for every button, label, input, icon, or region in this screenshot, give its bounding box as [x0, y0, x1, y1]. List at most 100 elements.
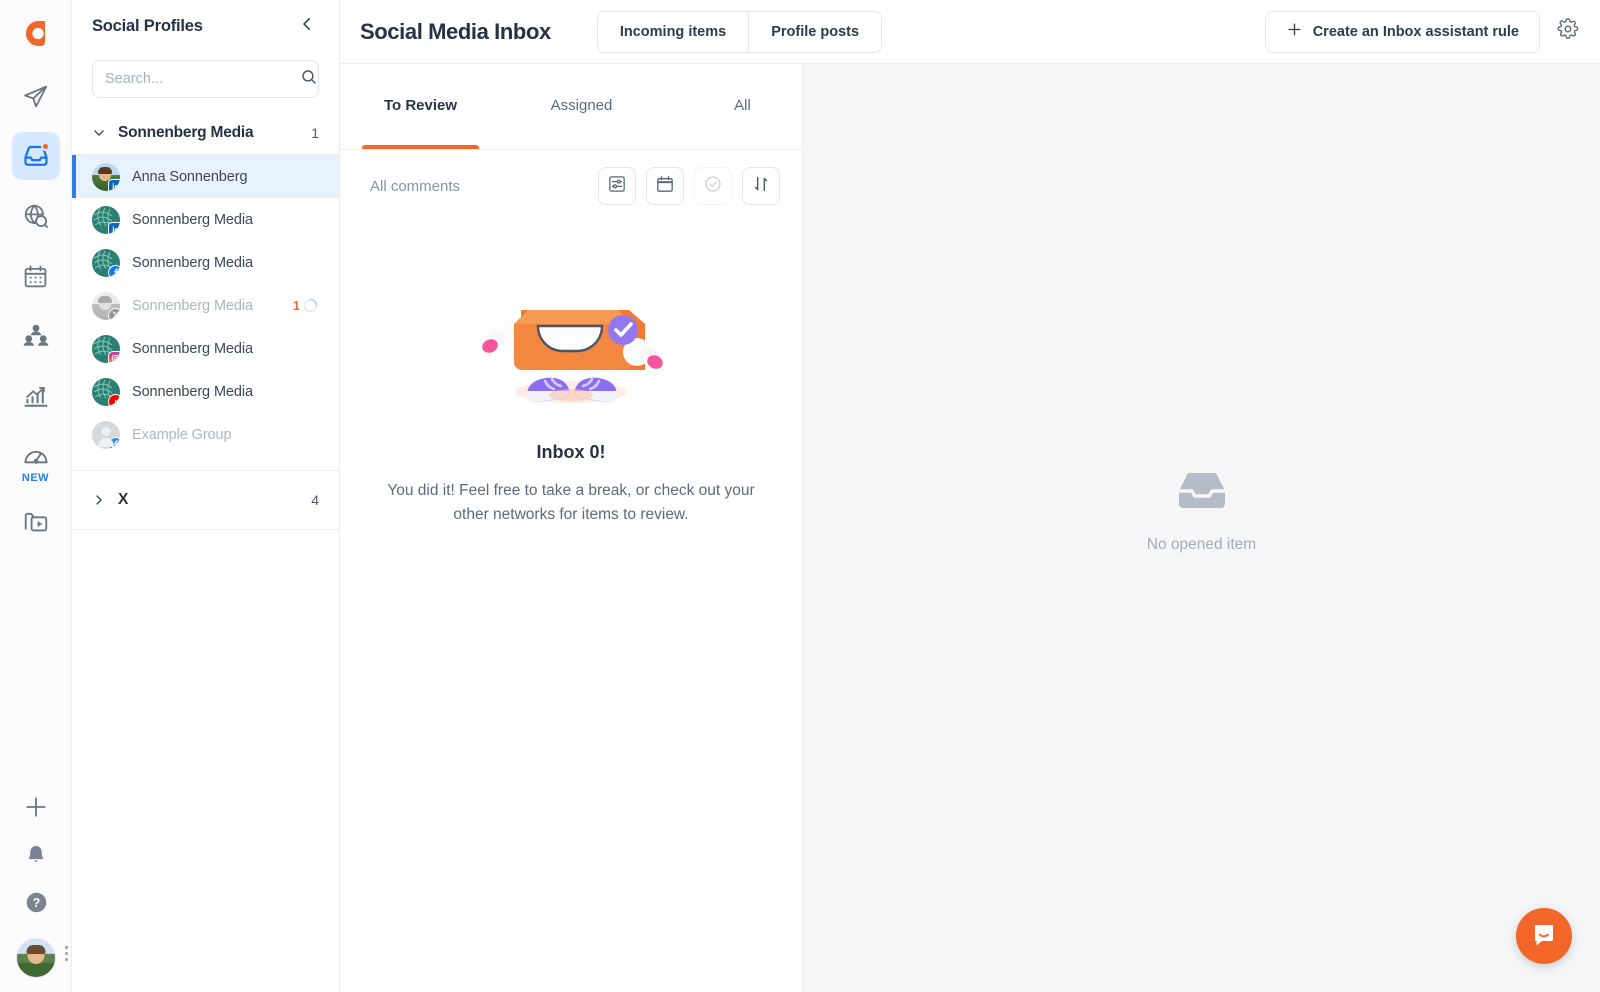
rail-item-inbox[interactable]: [12, 132, 60, 180]
sort-arrows-icon: [751, 174, 771, 199]
sort-button[interactable]: [742, 167, 780, 205]
check-circle-icon: [703, 174, 723, 199]
globe-search-icon: [22, 202, 50, 230]
instagram-icon: [108, 351, 120, 363]
rail-item-benchmarks[interactable]: [12, 432, 60, 480]
profile-item-sonnenberg-media-linkedin[interactable]: Sonnenberg Media: [72, 198, 339, 241]
tab-incoming-items[interactable]: Incoming items: [598, 12, 748, 52]
profile-item-example-group[interactable]: Example Group: [72, 413, 339, 456]
sliders-box-icon: [607, 174, 627, 199]
create-rule-label: Create an Inbox assistant rule: [1313, 24, 1519, 40]
loading-spinner-icon: [302, 297, 319, 314]
profile-item-sonnenberg-media-youtube[interactable]: Sonnenberg Media: [72, 370, 339, 413]
app-root: NEW: [0, 0, 1600, 992]
bar-chart-icon: [22, 382, 50, 410]
top-header: Social Media Inbox Incoming items Profil…: [340, 0, 1600, 64]
rail-item-help[interactable]: ?: [24, 890, 49, 920]
collapse-panel-button[interactable]: [295, 14, 319, 38]
social-profiles-panel: Social Profiles: [72, 0, 340, 992]
search-box[interactable]: [92, 60, 319, 98]
calendar-icon: [22, 263, 49, 290]
profile-item-label: Sonnenberg Media: [132, 384, 253, 400]
linkedin-icon: [108, 179, 120, 191]
paper-plane-icon: [22, 83, 49, 110]
avatar: [92, 206, 120, 234]
rail-item-notifications[interactable]: [24, 843, 48, 872]
profile-item-label: Sonnenberg Media: [132, 341, 253, 357]
search-input[interactable]: [105, 71, 292, 87]
tab-all[interactable]: All: [662, 64, 823, 149]
calendar-icon: [655, 174, 675, 199]
bell-icon: [24, 854, 48, 871]
account-more-icon[interactable]: [65, 946, 68, 961]
create-inbox-assistant-rule-button[interactable]: Create an Inbox assistant rule: [1265, 11, 1540, 53]
rail-item-benchmarks-slot: NEW: [12, 432, 60, 486]
profile-item-label: Anna Sonnenberg: [132, 169, 247, 185]
rail-bottom-items: ?: [0, 794, 72, 978]
profiles-header: Social Profiles: [72, 0, 339, 52]
tab-assigned[interactable]: Assigned: [501, 64, 662, 149]
profile-group-count: 4: [311, 492, 319, 508]
content-area: To Review Assigned All All comments: [340, 64, 1600, 992]
detail-empty-state: No opened item: [1147, 467, 1256, 554]
profile-group-count: 1: [311, 125, 319, 141]
header-actions: Create an Inbox assistant rule: [1265, 11, 1582, 53]
profile-item-label: Example Group: [132, 427, 231, 443]
avatar: [92, 249, 120, 277]
item-detail-pane: No opened item: [803, 64, 1600, 992]
facebook-icon: [108, 265, 120, 277]
tab-to-review[interactable]: To Review: [340, 64, 501, 149]
inbox-tabs: To Review Assigned All: [340, 64, 802, 150]
chevron-right-icon: [92, 493, 106, 507]
avatar: [92, 335, 120, 363]
view-switcher: Incoming items Profile posts: [597, 11, 882, 53]
profile-item-sonnenberg-media-x[interactable]: Sonnenberg Media 1: [72, 284, 339, 327]
x-icon: [108, 308, 120, 320]
rail-item-reports[interactable]: [12, 372, 60, 420]
profile-item-label: Sonnenberg Media: [132, 298, 253, 314]
intercom-chat-icon: [1530, 920, 1558, 953]
filters-button[interactable]: [598, 167, 636, 205]
avatar: [92, 292, 120, 320]
rail-item-calendar[interactable]: [12, 252, 60, 300]
youtube-icon: [108, 394, 120, 406]
profile-item-anna-sonnenberg[interactable]: Anna Sonnenberg: [72, 155, 339, 198]
linkedin-icon: [108, 222, 120, 234]
speedometer-icon: [22, 442, 50, 470]
rail-item-media-library[interactable]: [12, 498, 60, 546]
profile-group-header-x[interactable]: X 4: [72, 471, 339, 529]
settings-button[interactable]: [1554, 18, 1582, 46]
rail-item-publish[interactable]: [12, 72, 60, 120]
divider: [72, 529, 339, 530]
agorapulse-logo[interactable]: [12, 8, 60, 56]
mark-reviewed-button[interactable]: [694, 167, 732, 205]
empty-state-title: Inbox 0!: [376, 442, 766, 463]
empty-tray-icon: [1174, 467, 1230, 518]
left-icon-rail: NEW: [0, 0, 72, 992]
people-icon: [22, 322, 50, 350]
profile-group-name: X: [118, 491, 299, 509]
empty-state-text: You did it! Feel free to take a break, o…: [376, 479, 766, 526]
chevron-down-icon: [92, 126, 106, 140]
rail-item-add[interactable]: [23, 794, 49, 825]
page-title: Social Profiles: [92, 17, 203, 36]
rail-item-audience[interactable]: [12, 312, 60, 360]
search-icon[interactable]: [300, 68, 318, 91]
rail-item-listening[interactable]: [12, 192, 60, 240]
inbox-list-column: To Review Assigned All All comments: [340, 64, 803, 992]
chevron-left-icon: [298, 15, 316, 38]
avatar: [92, 421, 120, 449]
intercom-chat-button[interactable]: [1516, 908, 1572, 964]
profile-item-sonnenberg-media-facebook[interactable]: Sonnenberg Media: [72, 241, 339, 284]
profile-group-header-sonnenberg-media[interactable]: Sonnenberg Media 1: [72, 114, 339, 154]
profile-item-sonnenberg-media-instagram[interactable]: Sonnenberg Media: [72, 327, 339, 370]
tab-profile-posts[interactable]: Profile posts: [748, 12, 881, 52]
profile-item-status: 1: [293, 297, 319, 314]
inbox-unread-dot: [41, 142, 50, 151]
main-area: Social Media Inbox Incoming items Profil…: [340, 0, 1600, 992]
profile-item-badge-count: 1: [293, 299, 300, 313]
filter-summary-label[interactable]: All comments: [370, 178, 588, 195]
rail-item-account[interactable]: [16, 938, 56, 978]
date-range-button[interactable]: [646, 167, 684, 205]
question-circle-icon: ?: [24, 902, 49, 919]
